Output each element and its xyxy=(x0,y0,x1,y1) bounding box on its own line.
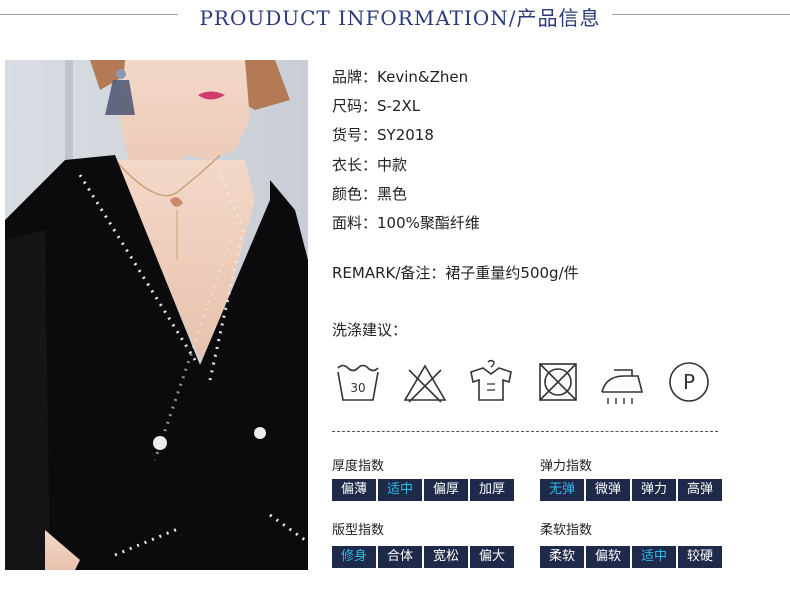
info-color: 颜色：黑色 xyxy=(332,183,407,204)
no-bleach-icon xyxy=(399,358,451,406)
softness-option: 偏软 xyxy=(586,546,630,568)
product-photo xyxy=(5,60,308,570)
remark-label: REMARK/备注： xyxy=(332,264,446,282)
iron-low-icon xyxy=(598,358,650,406)
info-size: 尺码：S-2XL xyxy=(332,95,420,116)
remark: REMARK/备注：裙子重量约500g/件 xyxy=(332,262,579,283)
softness-option: 较硬 xyxy=(678,546,722,568)
dry-clean-p-icon: P xyxy=(663,358,715,406)
hang-dry-icon xyxy=(465,358,517,406)
fit-option: 宽松 xyxy=(424,546,468,568)
info-brand-value: Kevin&Zhen xyxy=(377,68,469,86)
softness-index-title: 柔软指数 xyxy=(540,523,593,538)
info-color-value: 黑色 xyxy=(377,185,408,203)
fit-option: 合体 xyxy=(378,546,422,568)
info-fabric-label: 面料： xyxy=(332,214,378,232)
info-item-number-label: 货号： xyxy=(332,126,378,144)
info-fabric: 面料：100%聚酯纤维 xyxy=(332,212,480,233)
softness-option: 适中 xyxy=(632,546,676,568)
thickness-option: 加厚 xyxy=(470,479,514,501)
thickness-index-title: 厚度指数 xyxy=(332,459,385,474)
info-brand-label: 品牌： xyxy=(332,68,378,86)
elasticity-index: 无弹 微弹 弹力 高弹 xyxy=(540,479,722,501)
thickness-index: 偏薄 适中 偏厚 加厚 xyxy=(332,479,514,501)
header-rule-left xyxy=(0,14,178,15)
wash-temp-text: 30 xyxy=(350,381,365,395)
info-brand: 品牌：Kevin&Zhen xyxy=(332,66,468,87)
info-fabric-value: 100%聚酯纤维 xyxy=(377,214,480,232)
thickness-option: 偏薄 xyxy=(332,479,376,501)
care-title: 洗涤建议： xyxy=(332,321,408,339)
elasticity-option: 微弹 xyxy=(586,479,630,501)
info-length-label: 衣长： xyxy=(332,156,378,174)
wash-30-icon: 30 xyxy=(332,358,384,406)
info-length: 衣长：中款 xyxy=(332,154,407,175)
fit-option: 偏大 xyxy=(470,546,514,568)
no-tumble-dry-icon xyxy=(532,358,584,406)
softness-index: 柔软 偏软 适中 较硬 xyxy=(540,546,722,568)
elasticity-option: 无弹 xyxy=(540,479,584,501)
info-color-label: 颜色： xyxy=(332,185,378,203)
header-rule-right xyxy=(612,14,790,15)
elasticity-option: 高弹 xyxy=(678,479,722,501)
fit-index-title: 版型指数 xyxy=(332,523,385,538)
elasticity-index-title: 弹力指数 xyxy=(540,459,593,474)
fit-index: 修身 合体 宽松 偏大 xyxy=(332,546,514,568)
dry-clean-letter: P xyxy=(683,370,695,394)
remark-value: 裙子重量约500g/件 xyxy=(445,264,579,282)
info-item-number: 货号：SY2018 xyxy=(332,124,434,145)
thickness-option: 偏厚 xyxy=(424,479,468,501)
info-item-number-value: SY2018 xyxy=(377,126,434,144)
page-title: PROUDUCT INFORMATION/产品信息 xyxy=(199,6,601,30)
section-divider xyxy=(332,431,718,432)
info-size-label: 尺码： xyxy=(332,97,378,115)
thickness-option: 适中 xyxy=(378,479,422,501)
info-length-value: 中款 xyxy=(377,156,408,174)
info-size-value: S-2XL xyxy=(377,97,421,115)
softness-option: 柔软 xyxy=(540,546,584,568)
elasticity-option: 弹力 xyxy=(632,479,676,501)
fit-option: 修身 xyxy=(332,546,376,568)
